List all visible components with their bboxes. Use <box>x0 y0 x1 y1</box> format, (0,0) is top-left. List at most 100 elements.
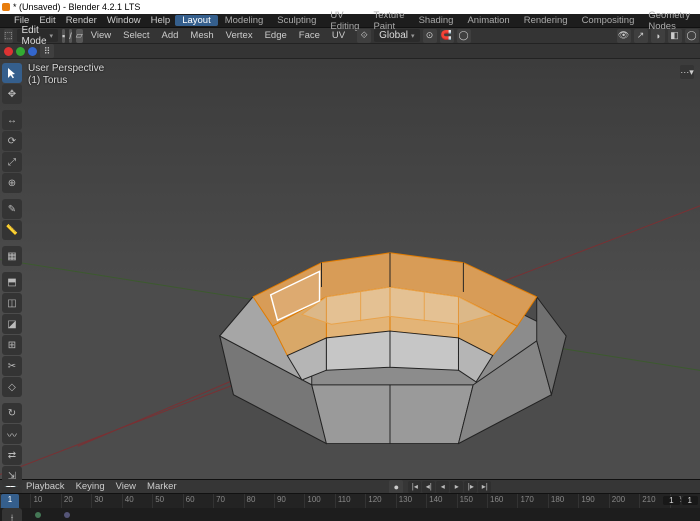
view-persp-label: User Perspective <box>28 63 104 75</box>
tick-label: 210 <box>642 495 655 504</box>
play-icon[interactable]: ▸ <box>450 481 463 493</box>
frame-end[interactable]: 1 <box>682 496 698 505</box>
timeline-playback[interactable]: Playback <box>23 481 68 492</box>
hdr-vertex[interactable]: Vertex <box>222 30 257 41</box>
orientation-dropdown[interactable]: Global <box>374 29 419 42</box>
select-mode-vertex-icon[interactable]: ▪ <box>62 29 65 43</box>
orientation-icon[interactable]: ⟐ <box>357 29 371 43</box>
tool-add-cube[interactable]: ▦ <box>2 246 22 266</box>
tick-label: 70 <box>216 495 225 504</box>
workspace-tab-layout[interactable]: Layout <box>175 15 218 26</box>
jump-start-icon[interactable]: |◂ <box>408 481 421 493</box>
tool-loopcut[interactable]: ⊞ <box>2 335 22 355</box>
jump-end-icon[interactable]: ▸| <box>478 481 491 493</box>
orientation-label: Global <box>379 30 408 41</box>
overlay-toggle-icon[interactable]: ◑ <box>651 29 665 43</box>
tick-label: 40 <box>125 495 134 504</box>
tick-label: 80 <box>247 495 256 504</box>
hdr-edge[interactable]: Edge <box>261 30 291 41</box>
gizmo-icon[interactable]: ↗ <box>634 29 648 43</box>
hdr-select[interactable]: Select <box>119 30 153 41</box>
frame-start[interactable]: 1 <box>663 496 679 505</box>
hdr-mesh[interactable]: Mesh <box>186 30 217 41</box>
active-object-label: (1) Torus <box>28 75 104 87</box>
options-dropdown-icon[interactable]: ⋯▾ <box>680 65 694 79</box>
main-menubar: File Edit Render Window Help Layout Mode… <box>0 14 700 28</box>
tick-label: 180 <box>551 495 564 504</box>
timeline-marker[interactable]: Marker <box>144 481 180 492</box>
tool-annotate[interactable]: ✎ <box>2 199 22 219</box>
autokey-icon[interactable]: ● <box>389 480 403 494</box>
hdr-add[interactable]: Add <box>158 30 183 41</box>
timeline-ruler[interactable]: 1 10 20 30 40 50 60 70 80 90 100 110 120… <box>0 493 700 508</box>
prev-key-icon[interactable]: ◂| <box>422 481 435 493</box>
viewport-overlay-text: User Perspective (1) Torus <box>28 63 104 87</box>
tool-edge-slide[interactable]: ⇄ <box>2 445 22 465</box>
axis-z-dot <box>28 47 37 56</box>
menu-window[interactable]: Window <box>102 15 146 26</box>
snap-icon[interactable]: 🧲 <box>440 29 454 43</box>
menu-help[interactable]: Help <box>146 15 176 26</box>
tick-label: 130 <box>399 495 412 504</box>
tick-label: 200 <box>612 495 625 504</box>
hdr-view[interactable]: View <box>87 30 115 41</box>
menu-render[interactable]: Render <box>61 15 102 26</box>
tool-inset[interactable]: ◫ <box>2 293 22 313</box>
timeline-keying[interactable]: Keying <box>73 481 108 492</box>
blender-logo-icon <box>2 3 10 11</box>
visibility-icon[interactable]: 👁 <box>617 29 631 43</box>
tool-knife[interactable]: ✂ <box>2 356 22 376</box>
status-item <box>64 512 73 518</box>
tool-select-box[interactable] <box>2 63 22 83</box>
tick-label: 150 <box>460 495 473 504</box>
frame-range: 1 1 <box>663 496 698 505</box>
tool-smooth[interactable]: 〰 <box>2 424 22 444</box>
tick-label: 110 <box>338 495 351 504</box>
tool-cursor[interactable]: ✥ <box>2 84 22 104</box>
play-rev-icon[interactable]: ◂ <box>436 481 449 493</box>
status-item <box>35 512 44 518</box>
tool-scale[interactable]: ⤢ <box>2 152 22 172</box>
tool-spin[interactable]: ↻ <box>2 403 22 423</box>
status-bar <box>0 508 700 521</box>
viewport-3d[interactable]: User Perspective (1) Torus ✥ ↔ ⟳ ⤢ ⊕ ✎ 📏… <box>0 59 700 479</box>
tool-measure[interactable]: 📏 <box>2 220 22 240</box>
xray-icon[interactable]: ◧ <box>668 29 682 43</box>
tick-label: 100 <box>307 495 320 504</box>
workspace-tab-shading[interactable]: Shading <box>412 15 461 26</box>
tool-rip[interactable]: ⟊ <box>2 508 22 521</box>
tool-rotate[interactable]: ⟳ <box>2 131 22 151</box>
axis-x-dot <box>4 47 13 56</box>
hdr-uv[interactable]: UV <box>328 30 349 41</box>
tool-transform[interactable]: ⊕ <box>2 173 22 193</box>
next-key-icon[interactable]: |▸ <box>464 481 477 493</box>
drag-tool-icon[interactable]: ⠿ <box>40 44 54 58</box>
mode-dropdown[interactable]: Edit Mode <box>17 29 59 42</box>
editor-type-icon[interactable]: ⬚ <box>4 29 13 43</box>
workspace-tab-rendering[interactable]: Rendering <box>517 15 575 26</box>
tool-extrude[interactable]: ⬒ <box>2 272 22 292</box>
nav-gizmo[interactable]: ⋯▾ <box>680 65 694 79</box>
workspace-tab-sculpting[interactable]: Sculpting <box>270 15 323 26</box>
tick-label: 50 <box>155 495 164 504</box>
shading-wire-icon[interactable]: ◯ <box>685 29 699 43</box>
workspace-tab-compositing[interactable]: Compositing <box>575 15 642 26</box>
torus-mesh[interactable] <box>165 199 615 453</box>
select-mode-edge-icon[interactable]: / <box>69 29 72 43</box>
window-title: * (Unsaved) - Blender 4.2.1 LTS <box>13 2 140 12</box>
tool-polybuild[interactable]: ◇ <box>2 377 22 397</box>
workspace-tab-modeling[interactable]: Modeling <box>218 15 271 26</box>
timeline-view[interactable]: View <box>113 481 139 492</box>
tool-bevel[interactable]: ◪ <box>2 314 22 334</box>
tool-move[interactable]: ↔ <box>2 110 22 130</box>
tick-label: 160 <box>490 495 503 504</box>
select-mode-face-icon[interactable]: ▱ <box>76 29 83 43</box>
playhead[interactable]: 1 <box>1 494 19 508</box>
tick-label: 30 <box>94 495 103 504</box>
proportional-edit-icon[interactable]: ◯ <box>457 29 471 43</box>
pivot-icon[interactable]: ⊙ <box>423 29 437 43</box>
workspace-tab-animation[interactable]: Animation <box>460 15 516 26</box>
hdr-face[interactable]: Face <box>295 30 324 41</box>
playback-controls: |◂ ◂| ◂ ▸ |▸ ▸| <box>408 481 491 493</box>
tool-shrink[interactable]: ⇲ <box>2 466 22 486</box>
